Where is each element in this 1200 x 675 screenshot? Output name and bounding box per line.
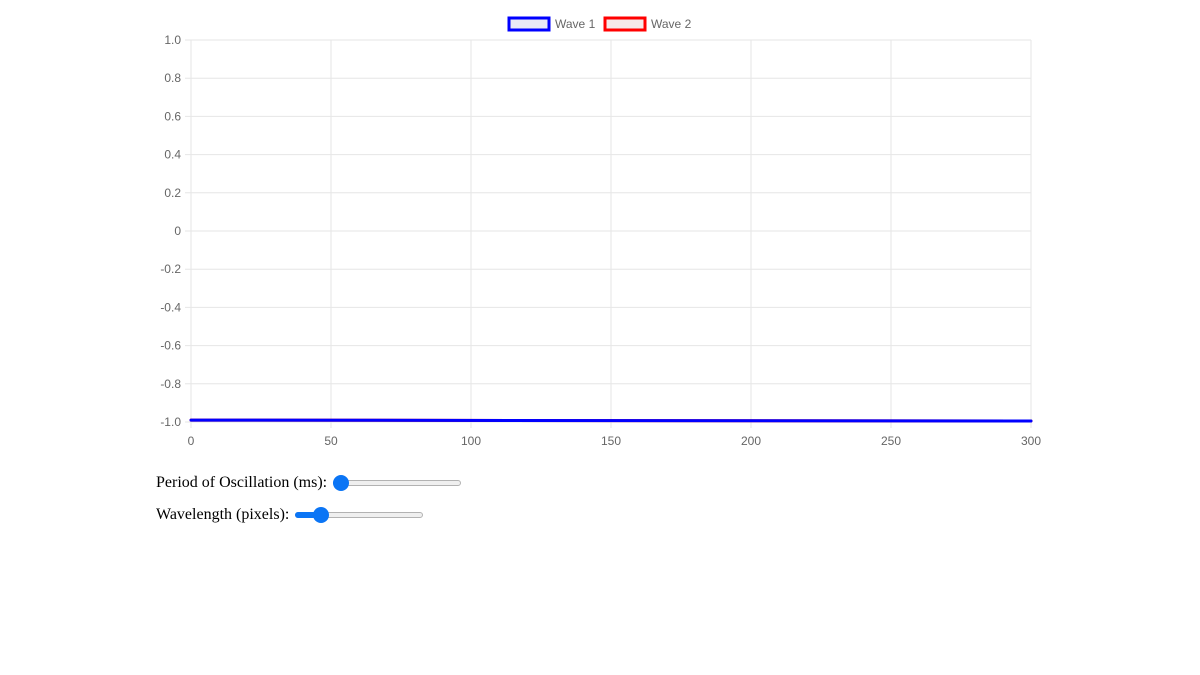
- period-label: Period of Oscillation (ms):: [156, 474, 328, 491]
- x-tick-label: 250: [881, 434, 901, 448]
- series-line-wave-1: [189, 418, 1033, 423]
- chart-series: [189, 418, 1033, 423]
- wavelength-slider[interactable]: [295, 507, 424, 523]
- y-tick-label: -0.2: [160, 262, 181, 276]
- y-tick-label: -1.0: [160, 415, 181, 429]
- chart-legend: Wave 1 Wave 2: [507, 16, 692, 32]
- legend-label-2: Wave 2: [651, 17, 692, 31]
- x-tick-label: 100: [461, 434, 481, 448]
- y-tick-label: 0.2: [164, 186, 181, 200]
- y-tick-label: 0.6: [164, 109, 181, 123]
- wavelength-label: Wavelength (pixels):: [156, 506, 290, 523]
- y-tick-label: 0: [174, 224, 181, 238]
- x-tick-label: 300: [1021, 434, 1041, 448]
- legend-label-1: Wave 1: [555, 17, 596, 31]
- y-tick-label: 0.4: [164, 148, 181, 162]
- period-slider-thumb[interactable]: [333, 475, 350, 491]
- x-axis-ticks: 0 50 100 150 200 250 300: [188, 434, 1042, 448]
- chart-canvas: Wave 1 Wave 2 1.0 0.8 0.6 0.4 0.2 0 -0.2 -0.4 -0.…: [160, 16, 1042, 448]
- legend-swatch-2: [603, 16, 647, 32]
- wave-chart: Wave 1 Wave 2 1.0 0.8 0.6 0.4 0.2 0 -0.2 -0.4 -0.…: [150, 10, 1050, 460]
- period-control: Period of Oscillation (ms):: [156, 474, 462, 492]
- wavelength-slider-thumb[interactable]: [313, 507, 330, 523]
- x-tick-label: 150: [601, 434, 621, 448]
- y-tick-label: -0.8: [160, 377, 181, 391]
- y-tick-label: 1.0: [164, 33, 181, 47]
- wavelength-control: Wavelength (pixels):: [156, 506, 424, 524]
- period-slider-track: [333, 480, 462, 486]
- chart-grid: [185, 39, 1032, 428]
- y-tick-label: 0.8: [164, 71, 181, 85]
- x-tick-label: 50: [324, 434, 338, 448]
- x-tick-label: 200: [741, 434, 761, 448]
- y-tick-label: -0.4: [160, 300, 181, 314]
- legend-swatch-1: [507, 16, 551, 32]
- x-tick-label: 0: [188, 434, 195, 448]
- period-slider[interactable]: [333, 475, 462, 491]
- y-tick-label: -0.6: [160, 339, 181, 353]
- y-axis-ticks: 1.0 0.8 0.6 0.4 0.2 0 -0.2 -0.4 -0.6 -0.8 -1.0: [160, 33, 181, 429]
